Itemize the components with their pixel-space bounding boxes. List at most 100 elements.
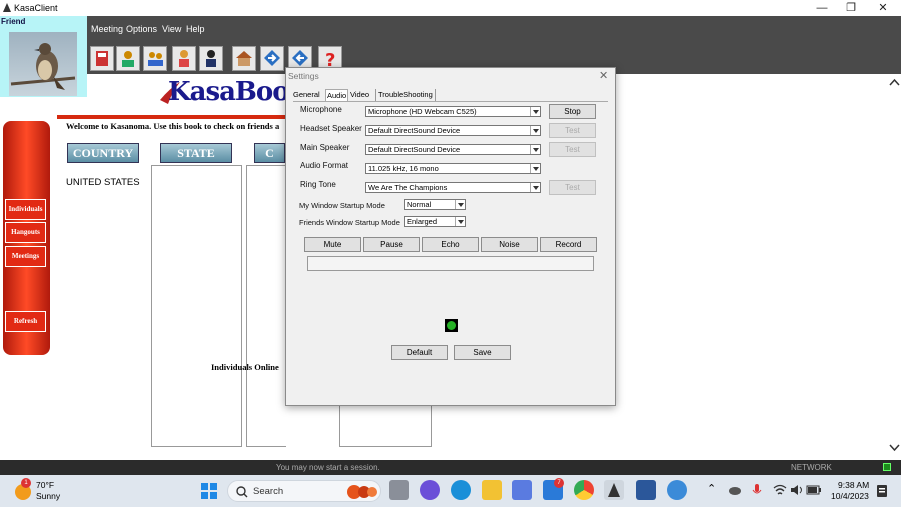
wifi-icon[interactable] bbox=[773, 484, 787, 496]
chrome-browser-icon[interactable] bbox=[574, 480, 594, 500]
menu-view[interactable]: View bbox=[162, 24, 181, 34]
title-bar: KasaClient — ❐ ✕ bbox=[0, 0, 901, 16]
clock-time[interactable]: 9:38 AM bbox=[838, 480, 869, 490]
volume-icon[interactable] bbox=[790, 484, 804, 496]
person-call-icon bbox=[122, 51, 134, 67]
maximize-button[interactable]: ❐ bbox=[836, 0, 866, 16]
microsoft-store-icon[interactable] bbox=[512, 480, 532, 500]
tab-general[interactable]: General bbox=[293, 89, 320, 101]
welcome-text: Welcome to Kasanoma. Use this book to ch… bbox=[66, 121, 280, 131]
audio-panel: Microphone Microphone (HD Webcam C525) S… bbox=[293, 101, 608, 401]
search-icon bbox=[236, 486, 248, 498]
toolbar-forward-button[interactable] bbox=[260, 46, 284, 71]
friend-photo[interactable] bbox=[9, 32, 77, 96]
microphone-stop-button[interactable]: Stop bbox=[549, 104, 596, 119]
microphone-icon[interactable] bbox=[752, 483, 762, 497]
contact-icon bbox=[179, 50, 189, 67]
my-window-startup-value: Normal bbox=[407, 200, 432, 209]
my-window-startup-select[interactable]: Normal bbox=[404, 199, 466, 210]
toolbar-group-button[interactable] bbox=[143, 46, 167, 71]
toolbar-profile-button[interactable] bbox=[199, 46, 223, 71]
toolbar-home-button[interactable] bbox=[232, 46, 256, 71]
menu-help[interactable]: Help bbox=[186, 24, 205, 34]
sidebar-refresh-button[interactable]: Refresh bbox=[5, 311, 46, 332]
chevron-down-icon bbox=[530, 183, 540, 192]
audio-format-value: 11.025 kHz, 16 mono bbox=[368, 164, 439, 173]
microphone-select[interactable]: Microphone (HD Webcam C525) bbox=[365, 106, 541, 117]
tab-video[interactable]: Video bbox=[350, 89, 369, 101]
mail-badge: 7 bbox=[554, 478, 564, 488]
sidebar-meetings-button[interactable]: Meetings bbox=[5, 246, 46, 267]
status-bar: You may now start a session. NETWORK bbox=[0, 460, 901, 475]
main-speaker-test-button[interactable]: Test bbox=[549, 142, 596, 157]
scroll-up-icon[interactable] bbox=[889, 78, 900, 86]
vertical-scrollbar[interactable] bbox=[888, 76, 901, 456]
word-icon[interactable] bbox=[636, 480, 656, 500]
cloud-icon[interactable] bbox=[728, 484, 742, 496]
weather-desc[interactable]: Sunny bbox=[36, 491, 60, 501]
country-value[interactable]: UNITED STATES bbox=[66, 177, 140, 188]
my-window-startup-label: My Window Startup Mode bbox=[299, 201, 385, 210]
dialog-title: Settings bbox=[288, 71, 319, 81]
state-column bbox=[151, 165, 242, 447]
headset-speaker-label: Headset Speaker bbox=[300, 124, 362, 133]
file-explorer-icon[interactable] bbox=[482, 480, 502, 500]
headset-speaker-select[interactable]: Default DirectSound Device bbox=[365, 125, 541, 136]
notification-icon[interactable] bbox=[876, 484, 888, 498]
friends-window-startup-select[interactable]: Enlarged bbox=[404, 216, 466, 227]
toolbar-contact-button[interactable] bbox=[172, 46, 196, 71]
home-icon bbox=[236, 51, 252, 66]
battery-icon[interactable] bbox=[806, 484, 822, 496]
record-button[interactable]: Record bbox=[540, 237, 597, 252]
kasaclient-taskbar-icon[interactable] bbox=[604, 480, 624, 500]
friend-panel[interactable]: Friend bbox=[0, 16, 87, 97]
headset-test-button[interactable]: Test bbox=[549, 123, 596, 138]
group-icon bbox=[148, 52, 163, 66]
country-tab[interactable]: COUNTRY bbox=[67, 143, 139, 163]
dialog-close-icon[interactable]: ✕ bbox=[599, 69, 608, 82]
echo-button[interactable]: Echo bbox=[422, 237, 479, 252]
sidebar-individuals-button[interactable]: Individuals bbox=[5, 199, 46, 220]
close-button[interactable]: ✕ bbox=[868, 0, 898, 16]
menu-meeting[interactable]: Meeting bbox=[91, 24, 123, 34]
fourth-column bbox=[339, 405, 432, 447]
city-column bbox=[246, 165, 286, 447]
ring-tone-select[interactable]: We Are The Champions bbox=[365, 182, 541, 193]
mute-button[interactable]: Mute bbox=[304, 237, 361, 252]
task-view-icon[interactable] bbox=[389, 480, 409, 500]
friends-window-startup-value: Enlarged bbox=[407, 217, 438, 226]
tab-troubleshooting[interactable]: TroubleShooting bbox=[375, 89, 436, 101]
toolbar-call-button[interactable] bbox=[116, 46, 140, 71]
microphone-label: Microphone bbox=[300, 105, 342, 114]
friend-label: Friend bbox=[1, 17, 26, 26]
clock-date[interactable]: 10/4/2023 bbox=[831, 491, 869, 501]
pause-button[interactable]: Pause bbox=[363, 237, 420, 252]
state-tab[interactable]: STATE bbox=[160, 143, 232, 163]
scroll-down-icon[interactable] bbox=[889, 444, 900, 452]
menu-bar: Meeting Options View Help bbox=[87, 16, 901, 44]
menu-options[interactable]: Options bbox=[126, 24, 157, 34]
chevron-down-icon bbox=[530, 164, 540, 173]
weather-temp[interactable]: 70°F bbox=[36, 480, 54, 490]
windows-taskbar: 1 70°F Sunny Search 7 ⌃ 9:38 AM 10/4/202… bbox=[0, 475, 901, 507]
sidebar-hangouts-button[interactable]: Hangouts bbox=[5, 222, 46, 243]
audio-status-indicator bbox=[445, 319, 458, 332]
teams-chat-icon[interactable] bbox=[420, 480, 440, 500]
city-tab[interactable]: C bbox=[254, 143, 285, 163]
minimize-button[interactable]: — bbox=[807, 0, 837, 16]
noise-button[interactable]: Noise bbox=[481, 237, 538, 252]
save-button[interactable]: Save bbox=[454, 345, 511, 360]
globe-app-icon[interactable] bbox=[667, 480, 687, 500]
network-status-indicator bbox=[883, 463, 891, 471]
chevron-down-icon bbox=[530, 126, 540, 135]
chevron-up-icon[interactable]: ⌃ bbox=[707, 482, 716, 495]
ring-tone-test-button[interactable]: Test bbox=[549, 180, 596, 195]
toolbar-phonebook-button[interactable] bbox=[90, 46, 114, 71]
main-speaker-select[interactable]: Default DirectSound Device bbox=[365, 144, 541, 155]
edge-browser-icon[interactable] bbox=[451, 480, 471, 500]
windows-start-icon[interactable] bbox=[200, 482, 218, 500]
audio-format-select[interactable]: 11.025 kHz, 16 mono bbox=[365, 163, 541, 174]
taskbar-search-box[interactable]: Search bbox=[227, 480, 381, 502]
microphone-value: Microphone (HD Webcam C525) bbox=[368, 107, 477, 116]
default-button[interactable]: Default bbox=[391, 345, 448, 360]
